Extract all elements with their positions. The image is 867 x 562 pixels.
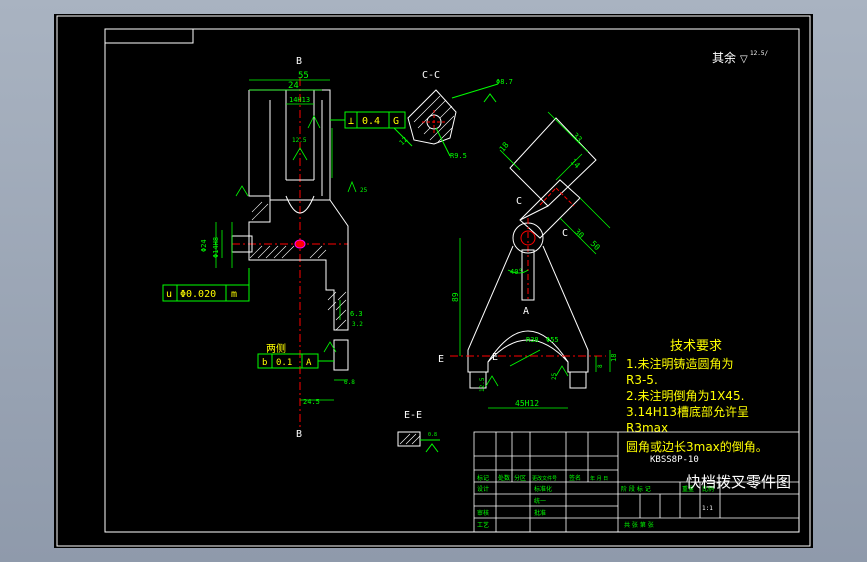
side-tol-value: 0.1 xyxy=(276,358,292,368)
tb-count: 处数 xyxy=(498,474,510,482)
dim-24: 24 xyxy=(288,81,299,91)
cyl-tol-datum: m xyxy=(231,289,237,300)
section-ee-title: E-E xyxy=(404,410,422,421)
dim-89: 89 xyxy=(451,292,460,302)
tb-design: 设计 xyxy=(477,485,489,493)
tech-req-item-6: 圆角或边长3max的倒角。 xyxy=(626,439,768,454)
tb-doc-no: 更改文件号 xyxy=(532,475,557,482)
section-cc-r: R9.5 xyxy=(450,152,467,160)
label-e-1: E xyxy=(438,354,444,365)
dim-18b: 18 xyxy=(610,354,618,362)
tb-signature: 签名 xyxy=(569,474,581,482)
dim-phi55: Φ55 xyxy=(546,336,559,344)
perp-tol-datum: G xyxy=(393,116,399,127)
dim-8: 8 xyxy=(597,364,604,368)
tech-req-title: 技术要求 xyxy=(670,339,722,354)
label-a: A xyxy=(523,306,529,317)
dim-phi14h8: Φ14H8 xyxy=(212,237,220,258)
tech-req-item-5: R3max xyxy=(626,421,668,435)
dim-55: 55 xyxy=(298,71,309,81)
section-cc-title: C-C xyxy=(422,70,440,81)
perp-tol-value: 0.4 xyxy=(362,116,380,127)
side-tol-datum: A xyxy=(306,358,312,368)
cyl-tol-symbol: u xyxy=(166,289,172,300)
label-e-2: E xyxy=(492,352,498,363)
tb-pct: 统一 xyxy=(534,497,546,505)
drawing-sheet xyxy=(54,14,813,548)
tb-sheet-total: 共 张 第 张 xyxy=(624,521,654,529)
part-code: KBSS8P-10 xyxy=(650,455,699,465)
tb-approve: 批准 xyxy=(534,509,546,517)
dim-12-5-main: 12.5 xyxy=(479,377,486,392)
roughness-value: 12.5/ xyxy=(750,50,768,57)
dim-25-main: 25 xyxy=(551,372,558,380)
roughness-label: 其余 xyxy=(712,50,736,65)
dim-24-5: 24.5 xyxy=(303,398,320,406)
tech-req-item-4: 3.14H13槽底部允许呈 xyxy=(626,404,749,419)
tb-standard: 标准化 xyxy=(534,485,552,493)
dim-6-3: 6.3 xyxy=(350,310,363,318)
tb-marker: 标记 xyxy=(477,474,489,482)
view-b-top-label: B xyxy=(296,56,302,67)
dim-45h12: 45H12 xyxy=(515,399,539,408)
view-b-bottom-label: B xyxy=(296,429,302,440)
tech-req-item-3: 2.未注明倒角为1X45. xyxy=(626,388,744,403)
label-c-2: C xyxy=(562,228,568,239)
dim-14h13: 14H13 xyxy=(289,96,310,104)
section-cc-phi: Φ8.7 xyxy=(496,78,513,86)
dim-3-2: 3.2 xyxy=(352,321,363,328)
dim-6-8: 6.8 xyxy=(344,379,355,386)
cad-drawing: 其余 ▽ 12.5/ B 55 24 14H13 12.5 Φ24 Φ14H8 … xyxy=(54,14,813,548)
tb-scale-value: 1:1 xyxy=(702,505,713,512)
tb-process: 工艺 xyxy=(477,521,489,529)
perp-tol-symbol: ⊥ xyxy=(348,116,354,127)
tech-req-item-1: 1.未注明铸造圆角为 xyxy=(626,356,733,371)
tb-stage-mark: 阶 段 标 记 xyxy=(621,485,651,493)
pin-hole xyxy=(294,239,306,249)
tb-check: 审核 xyxy=(477,509,489,517)
side-tol-label: 两侧 xyxy=(266,342,286,355)
dim-12-5: 12.5 xyxy=(292,137,307,144)
tb-zone: 分区 xyxy=(514,474,526,482)
label-c-1: C xyxy=(516,196,522,207)
side-tol-symbol: b xyxy=(262,358,267,368)
cyl-tol-value: Φ0.020 xyxy=(180,289,216,300)
dim-40-deg: 40° xyxy=(510,268,523,276)
dim-25: 25 xyxy=(360,187,368,194)
part-name: 快档拨叉零件图 xyxy=(686,473,791,491)
section-ee-dim: 0.8 xyxy=(428,432,437,438)
tb-date: 年 月 日 xyxy=(590,475,608,482)
dim-phi24: Φ24 xyxy=(200,239,208,252)
dim-r38: R38 xyxy=(526,336,539,344)
tech-req-item-2: R3-5. xyxy=(626,373,658,387)
roughness-symbol-icon: ▽ xyxy=(740,54,748,65)
